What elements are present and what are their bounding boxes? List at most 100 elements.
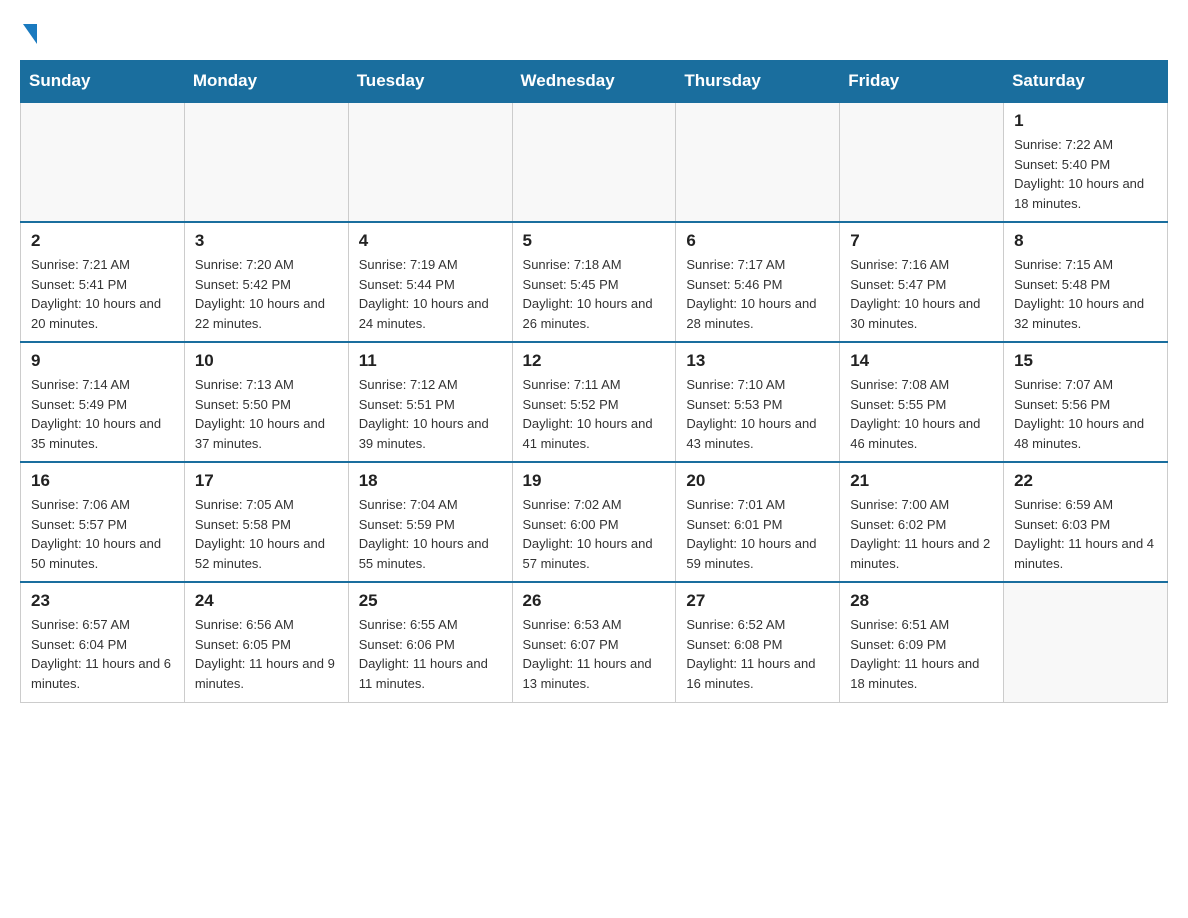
- day-of-week-header: Thursday: [676, 61, 840, 103]
- day-number: 11: [359, 351, 502, 371]
- calendar-cell: 25 Sunrise: 6:55 AMSunset: 6:06 PMDayligh…: [348, 582, 512, 702]
- calendar-week-row: 16 Sunrise: 7:06 AMSunset: 5:57 PMDayligh…: [21, 462, 1168, 582]
- calendar-cell: 19 Sunrise: 7:02 AMSunset: 6:00 PMDayligh…: [512, 462, 676, 582]
- page-header: [20, 20, 1168, 40]
- day-info: Sunrise: 6:51 AMSunset: 6:09 PMDaylight:…: [850, 615, 993, 693]
- calendar-week-row: 23 Sunrise: 6:57 AMSunset: 6:04 PMDayligh…: [21, 582, 1168, 702]
- day-of-week-header: Sunday: [21, 61, 185, 103]
- calendar-cell: 22 Sunrise: 6:59 AMSunset: 6:03 PMDayligh…: [1004, 462, 1168, 582]
- day-info: Sunrise: 7:07 AMSunset: 5:56 PMDaylight:…: [1014, 375, 1157, 453]
- calendar-cell: 6 Sunrise: 7:17 AMSunset: 5:46 PMDaylight…: [676, 222, 840, 342]
- calendar-cell: 1 Sunrise: 7:22 AMSunset: 5:40 PMDaylight…: [1004, 102, 1168, 222]
- day-number: 26: [523, 591, 666, 611]
- day-info: Sunrise: 7:22 AMSunset: 5:40 PMDaylight:…: [1014, 135, 1157, 213]
- day-number: 10: [195, 351, 338, 371]
- day-info: Sunrise: 7:20 AMSunset: 5:42 PMDaylight:…: [195, 255, 338, 333]
- day-number: 14: [850, 351, 993, 371]
- calendar-cell: 21 Sunrise: 7:00 AMSunset: 6:02 PMDayligh…: [840, 462, 1004, 582]
- calendar-cell: 14 Sunrise: 7:08 AMSunset: 5:55 PMDayligh…: [840, 342, 1004, 462]
- logo-triangle-icon: [23, 24, 37, 44]
- calendar-header: SundayMondayTuesdayWednesdayThursdayFrid…: [21, 61, 1168, 103]
- day-info: Sunrise: 6:57 AMSunset: 6:04 PMDaylight:…: [31, 615, 174, 693]
- calendar-cell: 12Sunrise: 7:11 AMSunset: 5:52 PMDayligh…: [512, 342, 676, 462]
- calendar-cell: 16 Sunrise: 7:06 AMSunset: 5:57 PMDayligh…: [21, 462, 185, 582]
- calendar-cell: 11 Sunrise: 7:12 AMSunset: 5:51 PMDayligh…: [348, 342, 512, 462]
- day-info: Sunrise: 7:01 AMSunset: 6:01 PMDaylight:…: [686, 495, 829, 573]
- day-number: 15: [1014, 351, 1157, 371]
- calendar-cell: [348, 102, 512, 222]
- day-number: 22: [1014, 471, 1157, 491]
- day-info: Sunrise: 7:17 AMSunset: 5:46 PMDaylight:…: [686, 255, 829, 333]
- day-number: 2: [31, 231, 174, 251]
- day-info: Sunrise: 6:55 AMSunset: 6:06 PMDaylight:…: [359, 615, 502, 693]
- calendar-cell: 23 Sunrise: 6:57 AMSunset: 6:04 PMDayligh…: [21, 582, 185, 702]
- calendar-cell: [840, 102, 1004, 222]
- calendar-cell: 9 Sunrise: 7:14 AMSunset: 5:49 PMDaylight…: [21, 342, 185, 462]
- calendar-cell: [184, 102, 348, 222]
- day-number: 20: [686, 471, 829, 491]
- day-of-week-header: Friday: [840, 61, 1004, 103]
- calendar-cell: 24 Sunrise: 6:56 AMSunset: 6:05 PMDayligh…: [184, 582, 348, 702]
- calendar-cell: 8 Sunrise: 7:15 AMSunset: 5:48 PMDaylight…: [1004, 222, 1168, 342]
- calendar-cell: [1004, 582, 1168, 702]
- day-info: Sunrise: 7:14 AMSunset: 5:49 PMDaylight:…: [31, 375, 174, 453]
- day-of-week-header: Tuesday: [348, 61, 512, 103]
- day-number: 19: [523, 471, 666, 491]
- day-info: Sunrise: 7:10 AMSunset: 5:53 PMDaylight:…: [686, 375, 829, 453]
- day-info: Sunrise: 7:02 AMSunset: 6:00 PMDaylight:…: [523, 495, 666, 573]
- day-number: 4: [359, 231, 502, 251]
- calendar-cell: 5 Sunrise: 7:18 AMSunset: 5:45 PMDaylight…: [512, 222, 676, 342]
- day-number: 5: [523, 231, 666, 251]
- day-info: Sunrise: 7:16 AMSunset: 5:47 PMDaylight:…: [850, 255, 993, 333]
- day-number: 24: [195, 591, 338, 611]
- calendar-cell: 15 Sunrise: 7:07 AMSunset: 5:56 PMDayligh…: [1004, 342, 1168, 462]
- calendar-cell: 27 Sunrise: 6:52 AMSunset: 6:08 PMDayligh…: [676, 582, 840, 702]
- day-number: 1: [1014, 111, 1157, 131]
- day-info: Sunrise: 7:18 AMSunset: 5:45 PMDaylight:…: [523, 255, 666, 333]
- day-info: Sunrise: 7:08 AMSunset: 5:55 PMDaylight:…: [850, 375, 993, 453]
- day-info: Sunrise: 7:13 AMSunset: 5:50 PMDaylight:…: [195, 375, 338, 453]
- calendar-table: SundayMondayTuesdayWednesdayThursdayFrid…: [20, 60, 1168, 703]
- calendar-cell: 13Sunrise: 7:10 AMSunset: 5:53 PMDayligh…: [676, 342, 840, 462]
- day-info: Sunrise: 6:59 AMSunset: 6:03 PMDaylight:…: [1014, 495, 1157, 573]
- calendar-cell: 10 Sunrise: 7:13 AMSunset: 5:50 PMDayligh…: [184, 342, 348, 462]
- day-info: Sunrise: 7:15 AMSunset: 5:48 PMDaylight:…: [1014, 255, 1157, 333]
- calendar-cell: 20 Sunrise: 7:01 AMSunset: 6:01 PMDayligh…: [676, 462, 840, 582]
- calendar-cell: [676, 102, 840, 222]
- day-number: 27: [686, 591, 829, 611]
- day-info: Sunrise: 7:05 AMSunset: 5:58 PMDaylight:…: [195, 495, 338, 573]
- day-number: 6: [686, 231, 829, 251]
- day-info: Sunrise: 7:04 AMSunset: 5:59 PMDaylight:…: [359, 495, 502, 573]
- calendar-cell: 2 Sunrise: 7:21 AMSunset: 5:41 PMDaylight…: [21, 222, 185, 342]
- day-number: 9: [31, 351, 174, 371]
- calendar-cell: 3Sunrise: 7:20 AMSunset: 5:42 PMDaylight…: [184, 222, 348, 342]
- calendar-week-row: 9 Sunrise: 7:14 AMSunset: 5:49 PMDaylight…: [21, 342, 1168, 462]
- day-info: Sunrise: 7:11 AMSunset: 5:52 PMDaylight:…: [523, 375, 666, 453]
- day-info: Sunrise: 7:06 AMSunset: 5:57 PMDaylight:…: [31, 495, 174, 573]
- calendar-cell: 18 Sunrise: 7:04 AMSunset: 5:59 PMDayligh…: [348, 462, 512, 582]
- day-info: Sunrise: 7:12 AMSunset: 5:51 PMDaylight:…: [359, 375, 502, 453]
- day-info: Sunrise: 7:21 AMSunset: 5:41 PMDaylight:…: [31, 255, 174, 333]
- day-info: Sunrise: 7:19 AMSunset: 5:44 PMDaylight:…: [359, 255, 502, 333]
- day-number: 16: [31, 471, 174, 491]
- day-number: 8: [1014, 231, 1157, 251]
- calendar-cell: 7 Sunrise: 7:16 AMSunset: 5:47 PMDaylight…: [840, 222, 1004, 342]
- day-number: 7: [850, 231, 993, 251]
- day-info: Sunrise: 7:00 AMSunset: 6:02 PMDaylight:…: [850, 495, 993, 573]
- day-number: 18: [359, 471, 502, 491]
- day-info: Sunrise: 6:56 AMSunset: 6:05 PMDaylight:…: [195, 615, 338, 693]
- day-number: 25: [359, 591, 502, 611]
- day-info: Sunrise: 6:52 AMSunset: 6:08 PMDaylight:…: [686, 615, 829, 693]
- calendar-cell: 26 Sunrise: 6:53 AMSunset: 6:07 PMDayligh…: [512, 582, 676, 702]
- day-info: Sunrise: 6:53 AMSunset: 6:07 PMDaylight:…: [523, 615, 666, 693]
- day-number: 28: [850, 591, 993, 611]
- logo: [20, 20, 37, 40]
- day-of-week-header: Saturday: [1004, 61, 1168, 103]
- calendar-cell: 28 Sunrise: 6:51 AMSunset: 6:09 PMDayligh…: [840, 582, 1004, 702]
- calendar-body: 1 Sunrise: 7:22 AMSunset: 5:40 PMDaylight…: [21, 102, 1168, 702]
- day-of-week-header: Monday: [184, 61, 348, 103]
- day-number: 21: [850, 471, 993, 491]
- day-number: 23: [31, 591, 174, 611]
- day-number: 17: [195, 471, 338, 491]
- calendar-cell: 4 Sunrise: 7:19 AMSunset: 5:44 PMDaylight…: [348, 222, 512, 342]
